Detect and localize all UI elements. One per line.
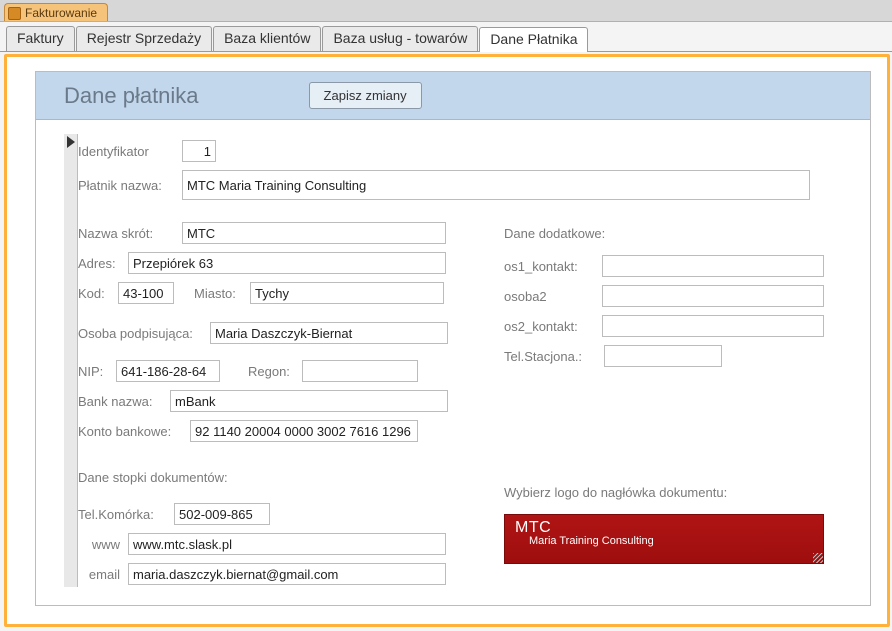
label-bank-name: Bank nazwa:: [78, 394, 162, 409]
label-os1-contact: os1_kontakt:: [504, 259, 594, 274]
work-area: Faktury Rejestr Sprzedaży Baza klientów …: [0, 22, 892, 631]
record-selector[interactable]: [64, 134, 78, 587]
tab-faktury[interactable]: Faktury: [6, 26, 75, 51]
current-record-marker-icon: [67, 136, 75, 148]
nip-field[interactable]: [116, 360, 220, 382]
short-name-field[interactable]: [182, 222, 446, 244]
regon-field[interactable]: [302, 360, 418, 382]
inner-tabstrip: Faktury Rejestr Sprzedaży Baza klientów …: [0, 22, 892, 52]
tab-baza-uslug-towarow[interactable]: Baza usług - towarów: [322, 26, 478, 51]
tab-rejestr-sprzedazy[interactable]: Rejestr Sprzedaży: [76, 26, 212, 51]
tab-baza-klientow[interactable]: Baza klientów: [213, 26, 321, 51]
label-payer-name: Płatnik nazwa:: [78, 178, 174, 193]
form-body: Identyfikator Płatnik nazwa: Nazwa skrót…: [50, 120, 870, 605]
label-footer-section: Dane stopki dokumentów:: [78, 470, 468, 485]
label-postal: Kod:: [78, 286, 110, 301]
form-header: Dane płatnika Zapisz zmiany: [36, 72, 870, 120]
label-person2: osoba2: [504, 289, 594, 304]
tab-dane-platnika[interactable]: Dane Płatnika: [479, 27, 588, 52]
window-tab-strip: Fakturowanie: [0, 0, 892, 22]
label-www: www: [78, 537, 120, 552]
mobile-field[interactable]: [174, 503, 270, 525]
save-button[interactable]: Zapisz zmiany: [309, 82, 422, 109]
email-field[interactable]: [128, 563, 446, 585]
postal-field[interactable]: [118, 282, 174, 304]
label-id: Identyfikator: [78, 144, 174, 159]
page-title: Dane płatnika: [64, 83, 199, 109]
form-container: Dane płatnika Zapisz zmiany Identyfikato…: [35, 71, 871, 606]
label-regon: Regon:: [248, 364, 294, 379]
label-mobile: Tel.Komórka:: [78, 507, 166, 522]
label-signer: Osoba podpisująca:: [78, 326, 202, 341]
form-icon: [8, 7, 21, 20]
city-field[interactable]: [250, 282, 444, 304]
id-field[interactable]: [182, 140, 216, 162]
address-field[interactable]: [128, 252, 446, 274]
page-frame: Dane płatnika Zapisz zmiany Identyfikato…: [4, 54, 890, 627]
label-choose-logo: Wybierz logo do nagłówka dokumentu:: [504, 485, 824, 500]
logo-subtitle: Maria Training Consulting: [529, 535, 813, 547]
account-field[interactable]: [190, 420, 418, 442]
signer-field[interactable]: [210, 322, 448, 344]
landline-field[interactable]: [604, 345, 722, 367]
window-tab-fakturowanie[interactable]: Fakturowanie: [4, 3, 108, 21]
os2-contact-field[interactable]: [602, 315, 824, 337]
person2-field[interactable]: [602, 285, 824, 307]
label-nip: NIP:: [78, 364, 108, 379]
resize-grip-icon: [813, 553, 823, 563]
payer-name-field[interactable]: [182, 170, 810, 200]
label-landline: Tel.Stacjona.:: [504, 349, 596, 364]
label-short-name: Nazwa skrót:: [78, 226, 174, 241]
label-extra-section: Dane dodatkowe:: [504, 226, 824, 241]
bank-name-field[interactable]: [170, 390, 448, 412]
label-account: Konto bankowe:: [78, 424, 182, 439]
label-city: Miasto:: [194, 286, 242, 301]
window-tab-label: Fakturowanie: [25, 6, 97, 20]
www-field[interactable]: [128, 533, 446, 555]
label-address: Adres:: [78, 256, 120, 271]
label-email: email: [78, 567, 120, 582]
label-os2-contact: os2_kontakt:: [504, 319, 594, 334]
os1-contact-field[interactable]: [602, 255, 824, 277]
logo-preview[interactable]: MTC Maria Training Consulting: [504, 514, 824, 564]
